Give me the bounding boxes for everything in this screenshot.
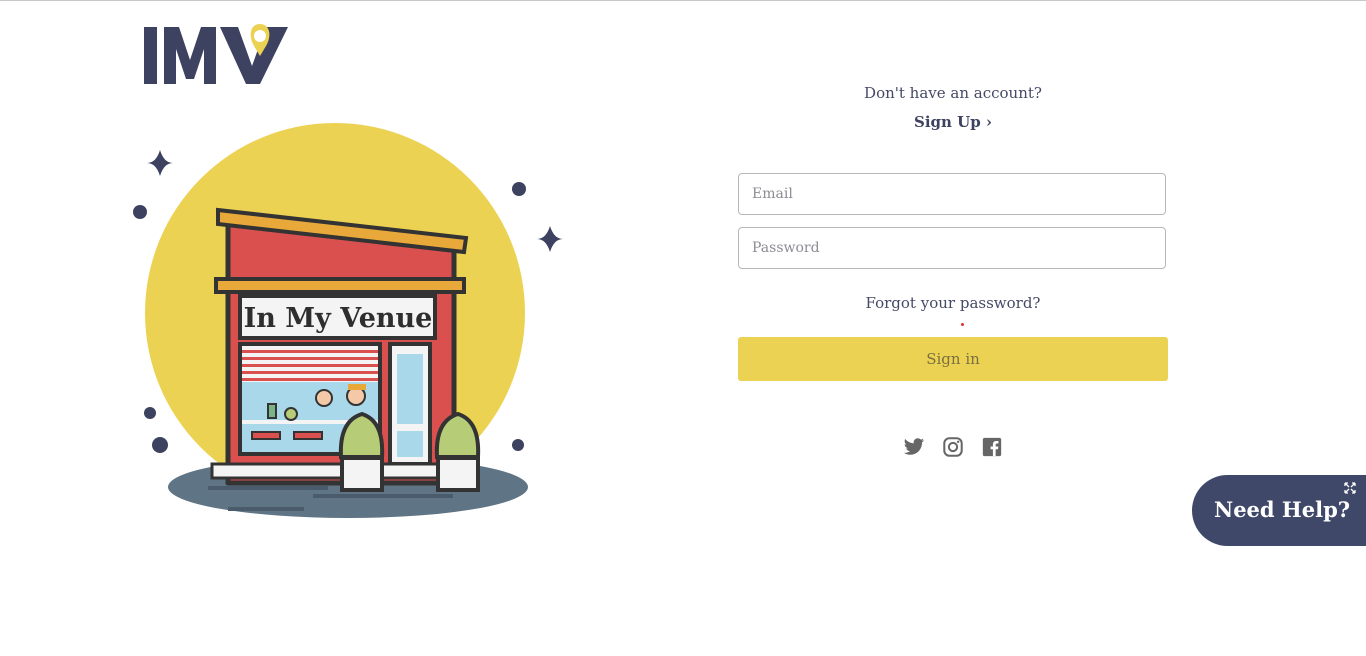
forgot-password-link[interactable]: Forgot your password? bbox=[738, 294, 1168, 312]
need-help-label: Need Help? bbox=[1214, 497, 1351, 522]
top-border bbox=[0, 0, 1366, 1]
expand-icon[interactable] bbox=[1344, 482, 1356, 494]
instagram-icon[interactable] bbox=[942, 436, 964, 458]
storefront-illustration: In My Venue bbox=[133, 123, 563, 518]
signup-link[interactable]: Sign Up › bbox=[738, 113, 1168, 131]
store-sign-text: In My Venue bbox=[244, 303, 433, 334]
email-field[interactable] bbox=[738, 173, 1166, 215]
social-links bbox=[738, 436, 1168, 458]
password-field[interactable] bbox=[738, 227, 1166, 269]
imv-logo[interactable] bbox=[142, 24, 292, 86]
need-help-widget[interactable]: Need Help? bbox=[1192, 475, 1366, 546]
facebook-icon[interactable] bbox=[981, 436, 1003, 458]
no-account-text: Don't have an account? bbox=[864, 84, 1042, 102]
twitter-icon[interactable] bbox=[903, 436, 925, 458]
status-dot bbox=[961, 323, 964, 326]
signin-button[interactable]: Sign in bbox=[738, 337, 1168, 381]
